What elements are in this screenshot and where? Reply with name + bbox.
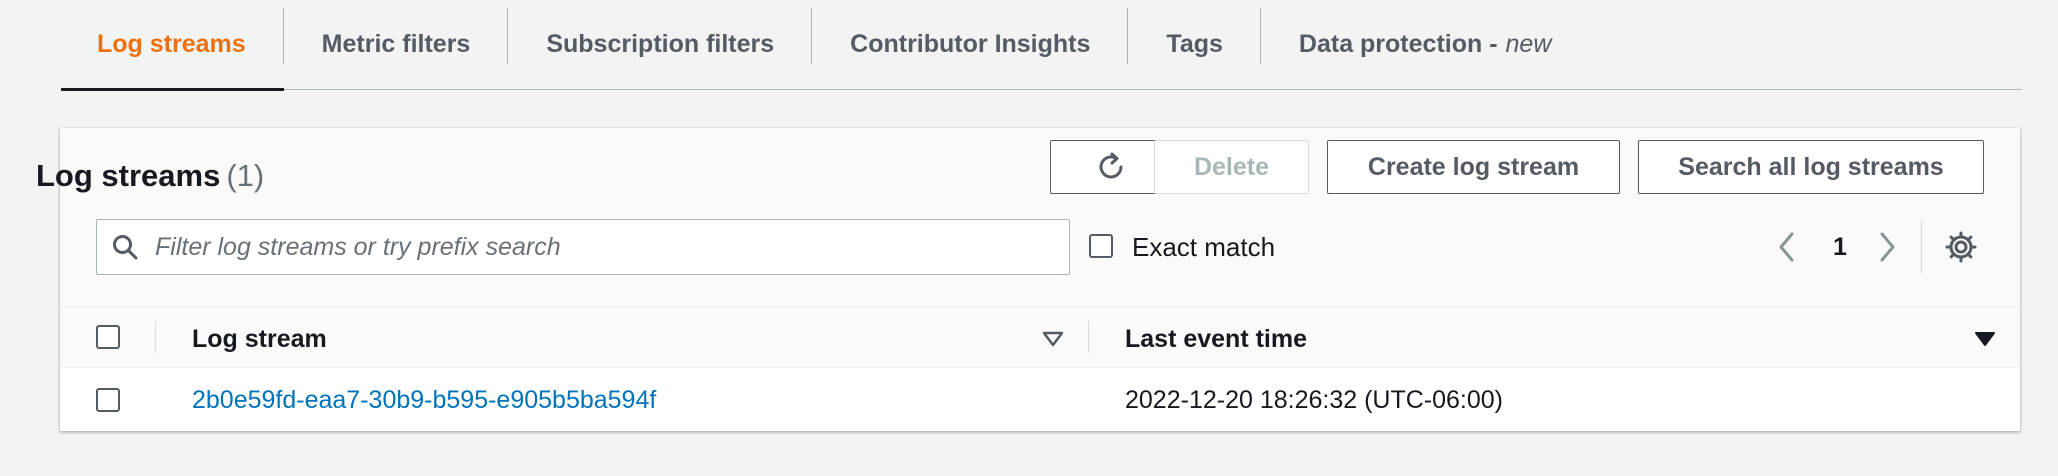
table-row: 2b0e59fd-eaa7-30b9-b595-e905b5ba594f 202… bbox=[60, 368, 2020, 431]
table-header: Log stream Last event time bbox=[60, 306, 2020, 368]
tab-label: Data protection - bbox=[1298, 30, 1498, 58]
pagination-divider bbox=[1921, 220, 1922, 274]
tab-tags[interactable]: Tags bbox=[1128, 0, 1261, 89]
column-header-log-stream[interactable]: Log stream bbox=[192, 325, 327, 354]
last-event-time-cell: 2022-12-20 18:26:32 (UTC-06:00) bbox=[1125, 386, 1504, 414]
column-header-last-event-time[interactable]: Last event time bbox=[1125, 325, 1307, 354]
panel-title-text: Log streams bbox=[36, 158, 221, 193]
sort-descending-icon[interactable] bbox=[1974, 331, 1996, 347]
panel-title: Log streams (1) bbox=[36, 158, 264, 194]
tab-log-streams[interactable]: Log streams bbox=[61, 0, 284, 91]
chevron-right-icon[interactable] bbox=[1877, 231, 1897, 263]
panel-title-count: (1) bbox=[226, 158, 265, 193]
log-stream-link[interactable]: 2b0e59fd-eaa7-30b9-b595-e905b5ba594f bbox=[192, 386, 656, 415]
refresh-icon bbox=[1099, 152, 1123, 179]
tab-contributor-insights[interactable]: Contributor Insights bbox=[812, 0, 1129, 89]
column-divider bbox=[1088, 321, 1089, 353]
chevron-left-icon[interactable] bbox=[1777, 231, 1797, 263]
tab-subscription-filters[interactable]: Subscription filters bbox=[508, 0, 813, 89]
sort-descending-outline-icon[interactable] bbox=[1042, 331, 1064, 347]
tab-bar: Log streams Metric filters Subscription … bbox=[61, 0, 2022, 91]
tab-label: Contributor Insights bbox=[850, 30, 1091, 58]
column-divider bbox=[155, 321, 156, 353]
tab-metric-filters[interactable]: Metric filters bbox=[284, 0, 509, 89]
tab-data-protection[interactable]: Data protection - new bbox=[1261, 0, 1590, 89]
search-icon bbox=[113, 235, 138, 260]
page-number[interactable]: 1 bbox=[1825, 233, 1855, 262]
select-all-checkbox[interactable] bbox=[96, 325, 120, 349]
row-checkbox[interactable] bbox=[96, 388, 120, 412]
tab-label: Tags bbox=[1166, 30, 1223, 58]
tab-new-badge: new bbox=[1505, 30, 1552, 58]
filter-search-box[interactable] bbox=[96, 219, 1070, 275]
tab-label: Metric filters bbox=[321, 30, 471, 58]
exact-match-checkbox[interactable] bbox=[1089, 234, 1113, 258]
search-all-log-streams-button[interactable]: Search all log streams bbox=[1638, 140, 1984, 194]
tab-label: Subscription filters bbox=[546, 30, 775, 58]
exact-match-label: Exact match bbox=[1132, 232, 1276, 262]
tab-label: Log streams bbox=[97, 30, 246, 58]
filter-input[interactable] bbox=[153, 220, 1057, 274]
create-log-stream-button[interactable]: Create log stream bbox=[1327, 140, 1620, 194]
delete-button[interactable]: Delete bbox=[1154, 140, 1309, 194]
gear-icon[interactable] bbox=[1944, 230, 1978, 264]
